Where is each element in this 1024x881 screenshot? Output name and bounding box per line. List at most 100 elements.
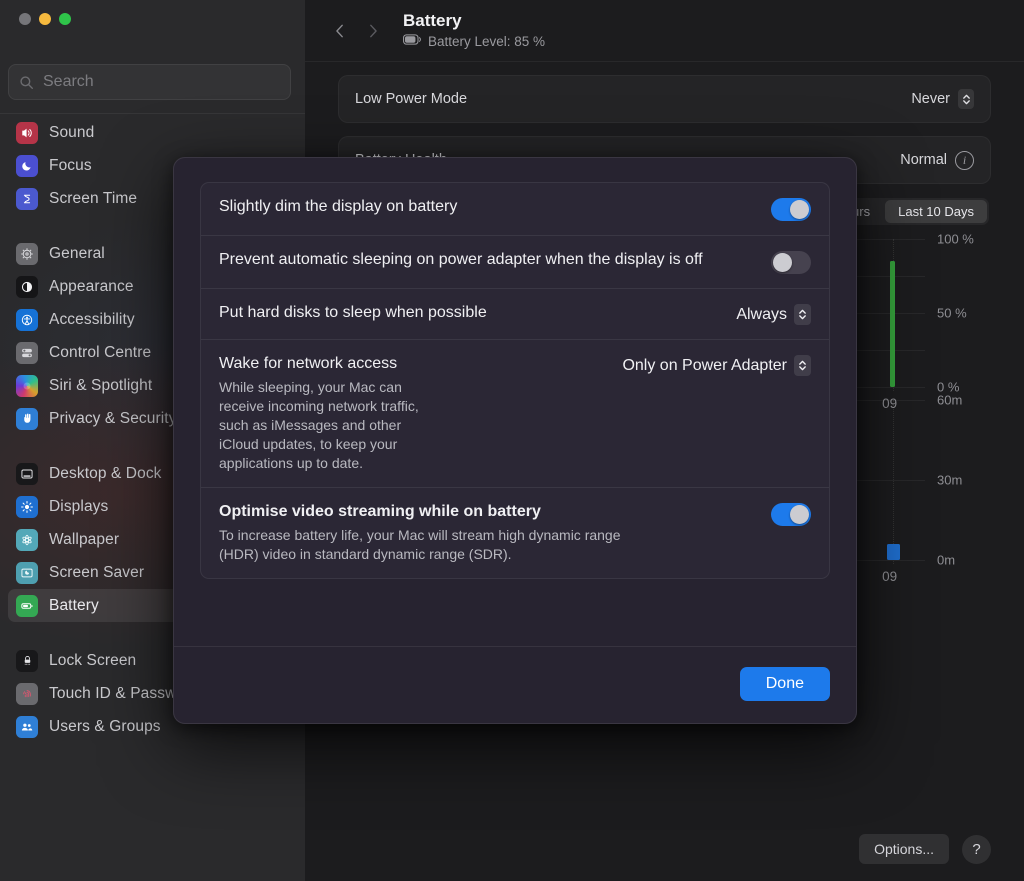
row-label: Wake for network access	[219, 355, 398, 372]
sidebar-item-label: Sound	[49, 123, 95, 141]
row-description: To increase battery life, your Mac will …	[219, 526, 621, 562]
title-block: Battery Battery Level: 85 %	[403, 11, 545, 51]
low-power-mode-row[interactable]: Low Power Mode Never	[339, 76, 990, 122]
sidebar-item-label: Privacy & Security	[49, 409, 177, 427]
sidebar-item-label: Focus	[49, 156, 92, 174]
done-button[interactable]: Done	[739, 667, 830, 701]
row-prevent-automatic-sleeping[interactable]: Prevent automatic sleeping on power adap…	[201, 235, 829, 288]
options-button[interactable]: Options...	[859, 834, 949, 864]
prevent-automatic-sleeping-toggle[interactable]	[771, 251, 811, 274]
battery-level-icon	[403, 32, 422, 50]
row-label: Put hard disks to sleep when possible	[219, 304, 487, 321]
low-power-mode-label: Low Power Mode	[355, 91, 468, 107]
lock-screen-icon	[16, 649, 38, 672]
minimise-window-button[interactable]	[39, 13, 51, 25]
row-label: Prevent automatic sleeping on power adap…	[219, 251, 703, 268]
sidebar-item-label: Lock Screen	[49, 651, 137, 669]
sidebar-item-label: Control Centre	[49, 343, 152, 361]
ytick-label: 50 %	[937, 305, 967, 321]
appearance-icon	[16, 275, 38, 298]
users-groups-icon	[16, 715, 38, 738]
low-power-mode-card: Low Power Mode Never	[338, 75, 991, 123]
chevron-up-down-icon	[794, 304, 811, 325]
sheet-body: Slightly dim the display on battery Prev…	[174, 158, 856, 579]
row-main: Prevent automatic sleeping on power adap…	[219, 250, 755, 271]
sidebar-item-sound[interactable]: Sound	[8, 116, 297, 149]
screen-saver-icon	[16, 561, 38, 584]
row-slightly-dim-display[interactable]: Slightly dim the display on battery	[201, 183, 829, 235]
chevron-up-down-icon	[794, 355, 811, 376]
search-icon	[19, 75, 34, 90]
page-subtitle: Battery Level: 85 %	[428, 33, 546, 49]
toggle-knob	[790, 504, 809, 524]
toggle-knob	[773, 253, 792, 272]
battery-level-bar	[890, 261, 896, 387]
row-optimise-video-streaming[interactable]: Optimise video streaming while on batter…	[201, 486, 829, 578]
xtick-label: 09	[882, 569, 898, 584]
window-traffic-lights	[19, 13, 71, 25]
row-control	[771, 197, 811, 221]
sidebar-item-label: Appearance	[49, 277, 134, 295]
low-power-mode-control[interactable]: Never	[911, 89, 974, 109]
sidebar-item-label: Users & Groups	[49, 717, 161, 735]
ytick-label: 30m	[937, 472, 963, 488]
row-description: While sleeping, your Mac can receive inc…	[219, 378, 419, 471]
row-main: Wake for network access While sleeping, …	[219, 354, 606, 473]
sidebar-item-label: Displays	[49, 497, 109, 515]
row-label: Optimise video streaming while on batter…	[219, 502, 541, 520]
row-value: Only on Power Adapter	[622, 356, 787, 374]
privacy-icon	[16, 407, 38, 430]
put-hard-disks-to-sleep-popup[interactable]: Always	[736, 303, 811, 325]
focus-icon	[16, 154, 38, 177]
maximise-window-button[interactable]	[59, 13, 71, 25]
row-wake-for-network-access[interactable]: Wake for network access While sleeping, …	[201, 339, 829, 487]
row-put-hard-disks-to-sleep[interactable]: Put hard disks to sleep when possible Al…	[201, 288, 829, 339]
row-main: Optimise video streaming while on batter…	[219, 502, 755, 564]
accessibility-icon	[16, 308, 38, 331]
touch-id-icon	[16, 682, 38, 705]
battery-level-row: Battery Level: 85 %	[403, 32, 545, 50]
close-window-button[interactable]	[19, 13, 31, 25]
sidebar-item-label: General	[49, 244, 105, 262]
screen-time-icon	[16, 187, 38, 210]
battery-options-sheet: Slightly dim the display on battery Prev…	[173, 157, 857, 724]
battery-icon	[16, 594, 38, 617]
row-control	[771, 502, 811, 526]
optimise-video-streaming-toggle[interactable]	[771, 502, 811, 526]
info-icon[interactable]: i	[955, 150, 974, 170]
displays-icon	[16, 495, 38, 518]
ytick-label: 100 %	[937, 231, 974, 247]
row-control	[771, 250, 811, 274]
forward-button[interactable]	[362, 19, 384, 43]
siri-icon	[16, 374, 38, 397]
general-icon	[16, 242, 38, 265]
toggle-knob	[790, 200, 809, 219]
sound-icon	[16, 121, 38, 144]
sidebar-item-label: Screen Time	[49, 189, 138, 207]
sidebar-item-label: Accessibility	[49, 310, 135, 328]
search-input[interactable]	[43, 73, 280, 91]
sidebar-item-label: Siri & Spotlight	[49, 376, 153, 394]
low-power-mode-value: Never	[911, 91, 950, 107]
sidebar-item-label: Wallpaper	[49, 530, 120, 548]
control-centre-icon	[16, 341, 38, 364]
sheet-footer: Done	[174, 645, 856, 723]
chevron-up-down-icon	[958, 89, 974, 109]
sidebar-item-label: Battery	[49, 596, 99, 614]
segment-last-10-days[interactable]: Last 10 Days	[885, 200, 987, 223]
slightly-dim-display-toggle[interactable]	[771, 198, 811, 221]
system-settings-window: Sound Focus Screen Time	[0, 0, 1024, 881]
battery-health-control[interactable]: Normal i	[900, 150, 974, 170]
wake-for-network-access-popup[interactable]: Only on Power Adapter	[622, 354, 811, 376]
sidebar-divider	[0, 113, 305, 114]
help-button[interactable]: ?	[962, 834, 991, 864]
main-footer-bar: Options... ?	[859, 834, 991, 864]
back-button[interactable]	[329, 19, 351, 43]
sidebar-search-field[interactable]	[8, 64, 291, 100]
titlebar: Battery Battery Level: 85 %	[305, 0, 1024, 61]
row-label: Slightly dim the display on battery	[219, 198, 458, 215]
page-title: Battery	[403, 10, 462, 30]
row-main: Slightly dim the display on battery	[219, 197, 755, 218]
sidebar-item-label: Screen Saver	[49, 563, 145, 581]
navigation-arrows	[329, 19, 384, 43]
